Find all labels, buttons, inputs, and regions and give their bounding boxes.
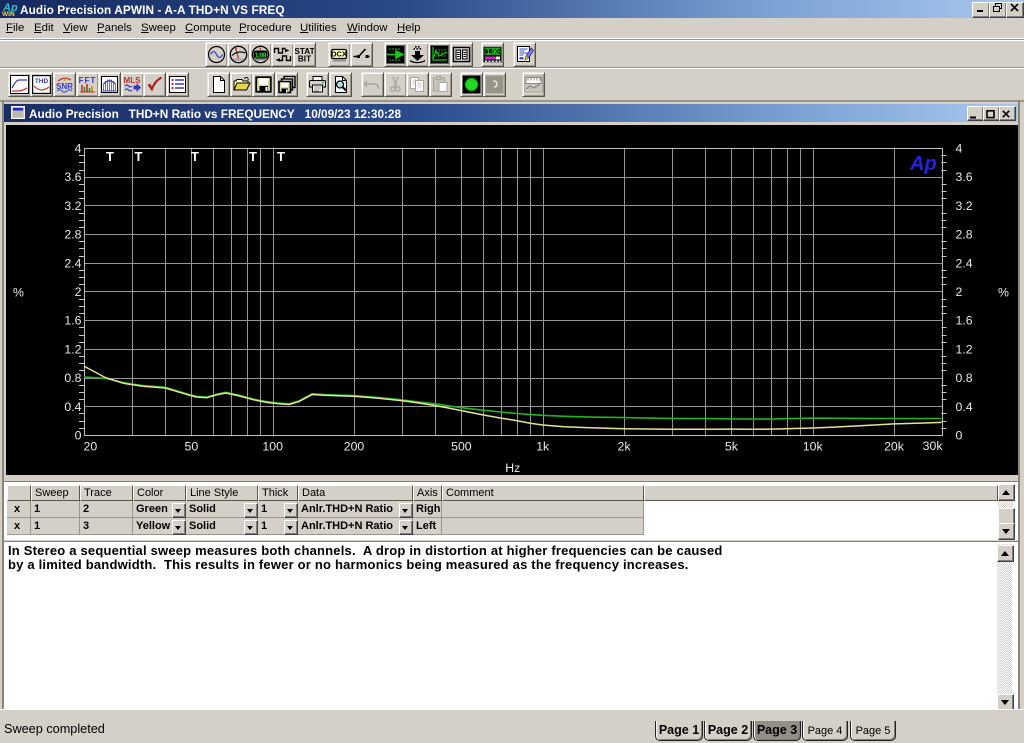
svg-text:Ap: Ap	[909, 153, 937, 175]
svg-text:50: 50	[185, 440, 199, 454]
svg-text:0.8: 0.8	[64, 371, 81, 385]
svg-text:%: %	[13, 286, 24, 300]
svg-text:0.4: 0.4	[64, 400, 81, 414]
svg-text:200: 200	[344, 440, 365, 454]
svg-text:T: T	[249, 149, 257, 164]
svg-text:3.2: 3.2	[64, 199, 81, 213]
svg-text:1.2: 1.2	[64, 342, 81, 356]
svg-text:100: 100	[262, 440, 283, 454]
svg-text:%: %	[998, 286, 1009, 300]
svg-text:30k: 30k	[923, 439, 944, 453]
svg-text:0: 0	[956, 429, 963, 443]
svg-text:0: 0	[75, 429, 82, 443]
svg-text:0.4: 0.4	[956, 400, 973, 414]
svg-text:3.2: 3.2	[956, 199, 973, 213]
svg-text:T: T	[106, 149, 114, 164]
svg-text:1.2: 1.2	[956, 342, 973, 356]
svg-text:2.8: 2.8	[64, 228, 81, 242]
svg-text:3.6: 3.6	[64, 170, 81, 184]
svg-text:4: 4	[75, 142, 82, 156]
svg-text:20: 20	[84, 440, 98, 454]
svg-text:4: 4	[956, 142, 963, 156]
svg-text:WIN: WIN	[2, 11, 15, 17]
svg-text:1.6: 1.6	[956, 314, 973, 328]
svg-text:500: 500	[451, 440, 472, 454]
svg-text:T: T	[191, 149, 199, 164]
svg-text:T: T	[277, 149, 285, 164]
svg-text:BIT: BIT	[298, 55, 311, 64]
svg-text:2.4: 2.4	[64, 256, 81, 270]
svg-text:0.8: 0.8	[956, 371, 973, 385]
svg-text:5k: 5k	[725, 440, 739, 454]
svg-text:10k: 10k	[803, 440, 824, 454]
svg-text:2k: 2k	[618, 440, 632, 454]
svg-text:THD: THD	[35, 78, 49, 85]
svg-text:3.6: 3.6	[956, 170, 973, 184]
svg-text:Hz: Hz	[505, 461, 520, 475]
svg-text:2: 2	[75, 285, 82, 299]
svg-text:2: 2	[956, 285, 963, 299]
svg-text:T: T	[135, 149, 143, 164]
svg-text:2.4: 2.4	[956, 256, 973, 270]
svg-text:DCX: DCX	[331, 50, 347, 59]
svg-text:1k: 1k	[536, 440, 550, 454]
svg-text:1.6: 1.6	[64, 314, 81, 328]
svg-text:20k: 20k	[884, 440, 905, 454]
svg-text:1.99: 1.99	[255, 50, 267, 59]
svg-text:FFT: FFT	[79, 76, 97, 85]
svg-text:2.8: 2.8	[956, 228, 973, 242]
svg-text:MLS: MLS	[124, 76, 142, 85]
svg-text:1.00: 1.00	[486, 47, 499, 56]
